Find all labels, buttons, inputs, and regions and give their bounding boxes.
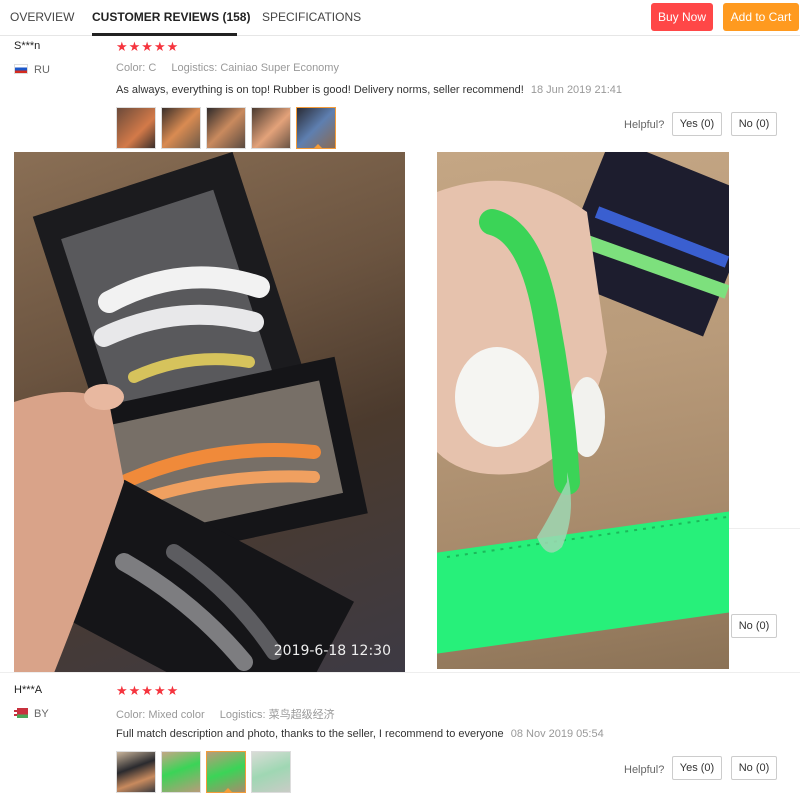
- review-thumbnail[interactable]: [116, 751, 156, 793]
- tab-customer-reviews[interactable]: CUSTOMER REVIEWS (158): [92, 10, 250, 24]
- color-label: Color:: [116, 709, 146, 721]
- logistics-value: 菜鸟超级经济: [268, 709, 335, 721]
- review-text: Full match description and photo, thanks…: [116, 728, 604, 740]
- review-thumbnail-selected[interactable]: [296, 107, 336, 149]
- divider: [729, 528, 800, 529]
- review-thumbnail[interactable]: [206, 107, 246, 149]
- review-photo-lures-packs[interactable]: 2019-6-18 12:30: [14, 152, 405, 673]
- rating-stars: ★★★★★: [116, 39, 180, 54]
- helpful-label: Helpful?: [624, 119, 665, 131]
- reviewer-country: RU: [14, 64, 50, 76]
- review-body: As always, everything is on top! Rubber …: [116, 84, 524, 96]
- logistics-value: Cainiao Super Economy: [220, 62, 339, 74]
- review-thumbnails: [116, 751, 291, 793]
- review-body: Full match description and photo, thanks…: [116, 728, 504, 740]
- review-date: 18 Jun 2019 21:41: [530, 84, 622, 96]
- photo-timestamp: 2019-6-18 12:30: [273, 643, 391, 659]
- tab-overview[interactable]: OVERVIEW: [10, 10, 74, 24]
- review-photo-green-lure[interactable]: [437, 152, 729, 669]
- review-text: As always, everything is on top! Rubber …: [116, 84, 622, 96]
- russia-flag-icon: [14, 64, 28, 74]
- color-value: Mixed color: [148, 709, 205, 721]
- review-date: 08 Nov 2019 05:54: [510, 728, 604, 740]
- add-to-cart-button[interactable]: Add to Cart: [723, 3, 799, 31]
- review-thumbnails: [116, 107, 336, 149]
- review-thumbnail[interactable]: [161, 107, 201, 149]
- reviewer-name: H***A: [14, 684, 43, 696]
- buy-now-button[interactable]: Buy Now: [651, 3, 713, 31]
- review-thumbnail[interactable]: [251, 107, 291, 149]
- rating-stars: ★★★★★: [116, 683, 180, 698]
- green-lure-in-hand-image: [437, 152, 729, 654]
- review-thumbnail[interactable]: [161, 751, 201, 793]
- country-code: BY: [34, 708, 49, 720]
- review-divider: [0, 672, 800, 673]
- helpful-yes-button[interactable]: Yes (0): [672, 112, 722, 136]
- review-meta: Color: C Logistics: Cainiao Super Econom…: [116, 62, 339, 74]
- tab-bar: OVERVIEW CUSTOMER REVIEWS (158) SPECIFIC…: [0, 0, 800, 36]
- helpful-no-button[interactable]: No (0): [731, 112, 777, 136]
- review-thumbnail-selected[interactable]: [206, 751, 246, 793]
- review-meta: Color: Mixed color Logistics: 菜鸟超级经济: [116, 706, 335, 722]
- helpful-label: Helpful?: [624, 764, 665, 776]
- tab-specifications[interactable]: SPECIFICATIONS: [262, 10, 361, 24]
- review-thumbnail[interactable]: [251, 751, 291, 793]
- logistics-label: Logistics:: [171, 62, 218, 74]
- logistics-label: Logistics:: [219, 709, 266, 721]
- helpful-yes-button[interactable]: Yes (0): [672, 756, 722, 780]
- active-tab-indicator: [92, 33, 237, 36]
- reviewer-name: S***n: [14, 40, 41, 52]
- helpful-no-button[interactable]: No (0): [731, 756, 777, 780]
- review-thumbnail[interactable]: [116, 107, 156, 149]
- fishing-lure-packs-image: [14, 152, 368, 673]
- helpful-no-button-photo[interactable]: No (0): [731, 614, 777, 638]
- country-code: RU: [34, 64, 50, 76]
- belarus-flag-icon: [14, 708, 28, 718]
- reviewer-country: BY: [14, 708, 49, 720]
- color-label: Color:: [116, 62, 146, 74]
- color-value: C: [148, 62, 157, 74]
